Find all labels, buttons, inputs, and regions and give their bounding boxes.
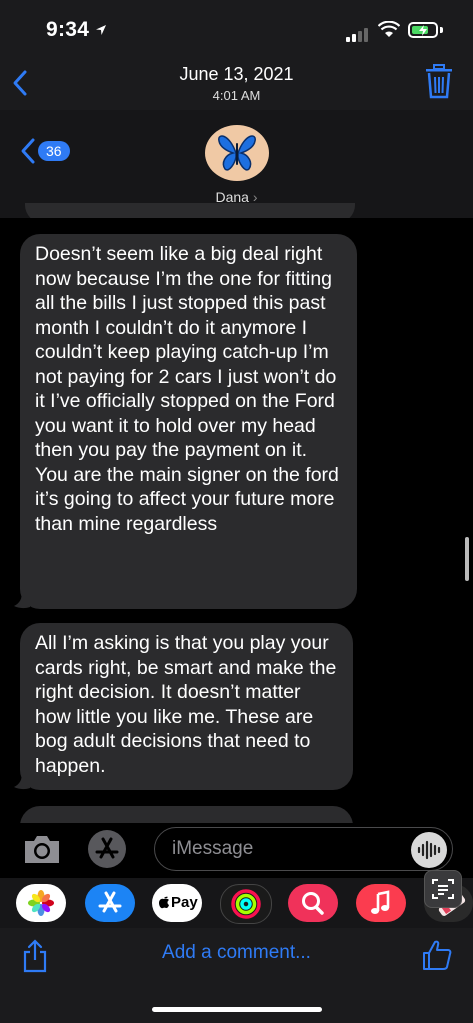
app-store-button[interactable] — [88, 830, 126, 868]
header-date: June 13, 2021 — [179, 64, 294, 84]
photos-icon — [28, 890, 54, 916]
app-store-icon — [98, 891, 122, 913]
battery-icon — [408, 22, 438, 38]
music-app[interactable] — [356, 884, 406, 922]
activity-icon — [231, 889, 261, 919]
app-store-icon — [95, 837, 119, 859]
search-images-app[interactable] — [288, 884, 338, 922]
camera-icon[interactable] — [22, 832, 62, 866]
apple-pay-app[interactable]: Pay — [152, 884, 202, 922]
thumbs-up-icon[interactable] — [421, 938, 453, 972]
app-store-app[interactable] — [85, 884, 135, 922]
unread-badge[interactable]: 36 — [38, 141, 70, 161]
music-icon — [371, 890, 390, 914]
message-bubble[interactable]: All I’m asking is that you play your car… — [20, 623, 353, 790]
status-time: 9:34 — [46, 18, 90, 41]
audio-icon — [417, 840, 441, 860]
message-bubble[interactable]: Doesn’t seem like a big deal right now b… — [20, 234, 357, 609]
live-text-button[interactable] — [424, 870, 462, 908]
live-text-icon — [432, 879, 454, 899]
apple-pay-icon — [159, 896, 169, 909]
search-images-icon — [302, 892, 324, 915]
message-bubble-partial[interactable] — [20, 806, 353, 823]
add-comment-button[interactable]: Add a comment... — [0, 942, 473, 964]
avatar[interactable] — [205, 125, 269, 181]
scrollbar[interactable] — [465, 537, 469, 581]
header-time: 4:01 AM — [212, 88, 261, 103]
back-chevron-icon[interactable] — [18, 136, 36, 166]
activity-app[interactable] — [220, 884, 272, 924]
location-arrow-icon — [96, 25, 106, 35]
home-indicator — [152, 1007, 322, 1012]
message-list[interactable]: Doesn’t seem like a big deal right now b… — [0, 218, 473, 823]
butterfly-icon — [218, 135, 256, 171]
cellular-icon — [346, 24, 370, 42]
message-input-placeholder: iMessage — [172, 838, 254, 859]
photos-app[interactable] — [16, 884, 66, 922]
audio-button[interactable] — [411, 832, 447, 868]
apple-pay-label: Pay — [171, 894, 198, 911]
trash-icon[interactable] — [424, 64, 454, 100]
wifi-icon — [378, 21, 400, 37]
